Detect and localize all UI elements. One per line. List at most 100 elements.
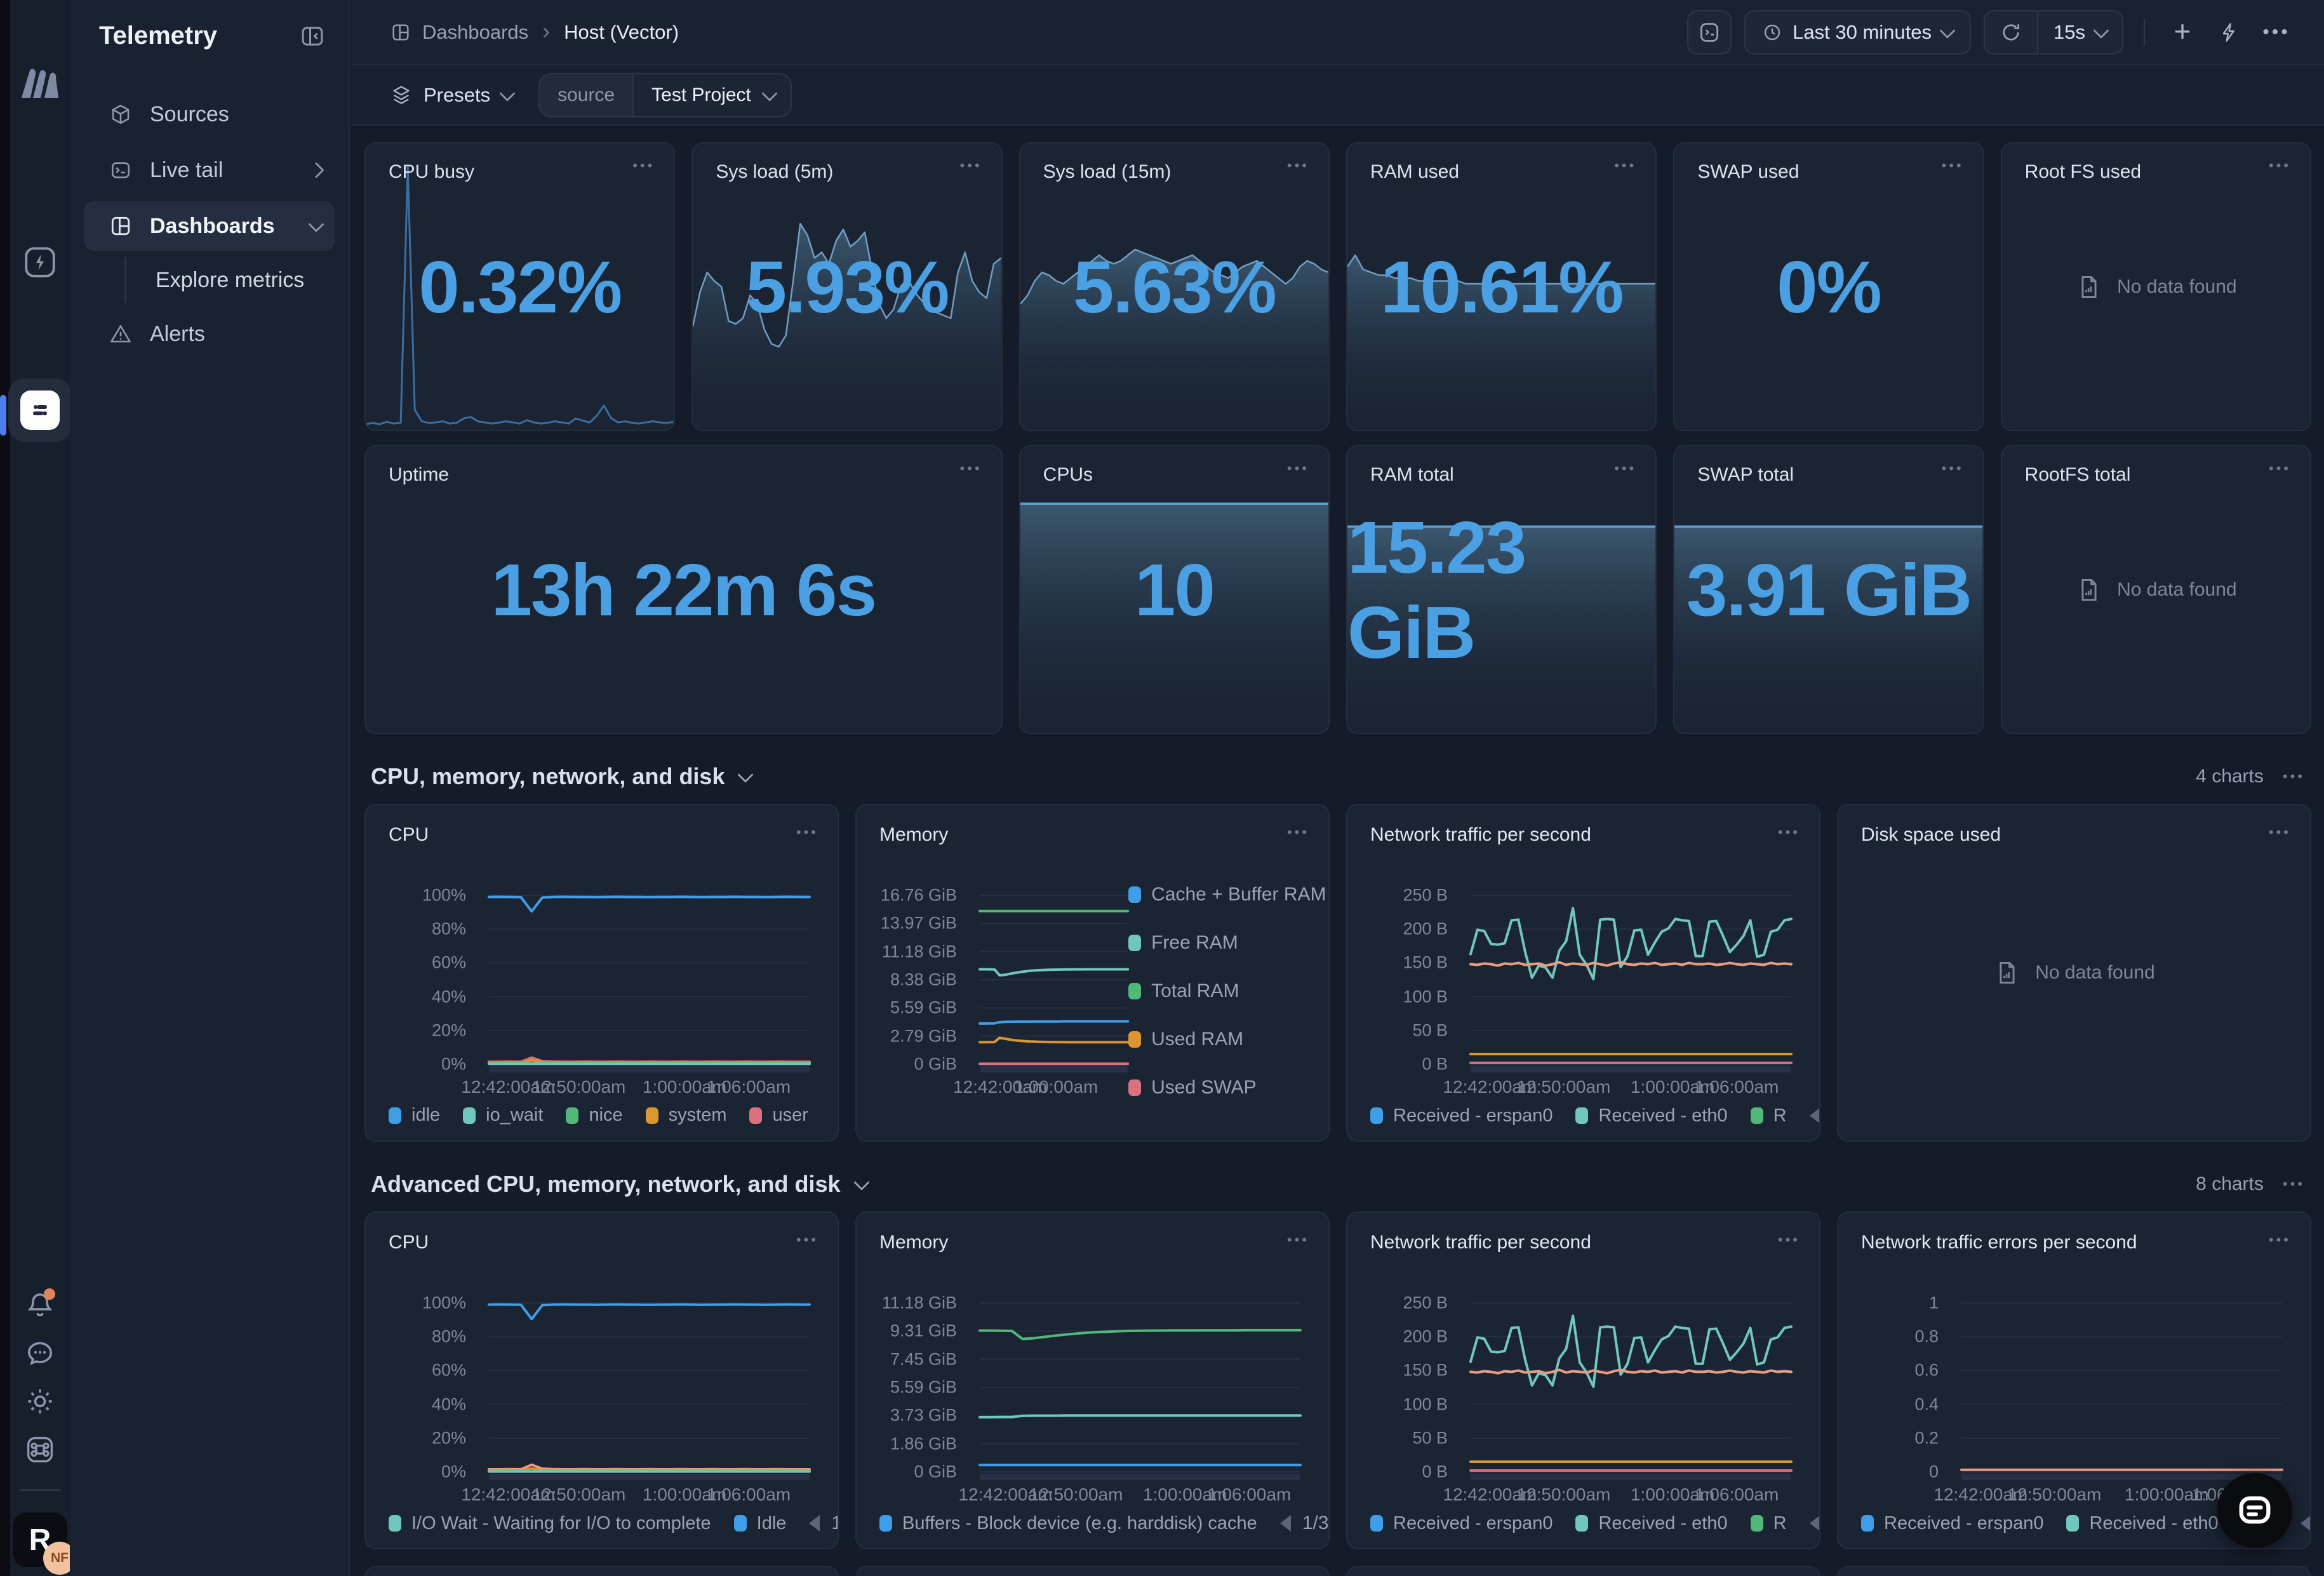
legend-swatch	[1128, 935, 1141, 951]
chart-menu-icon[interactable]: •••	[796, 824, 818, 841]
section-title[interactable]: CPU, memory, network, and disk	[371, 763, 751, 790]
breadcrumb-dashboards[interactable]: Dashboards	[391, 21, 528, 44]
pager-prev-icon[interactable]	[1280, 1515, 1291, 1532]
support-chat-button[interactable]	[2217, 1473, 2292, 1548]
time-range-label: Last 30 minutes	[1793, 21, 1932, 44]
legend-label: Received - eth0	[1598, 1513, 1727, 1534]
y-tick-label: 1	[1929, 1293, 1939, 1313]
section-title[interactable]: Advanced CPU, memory, network, and disk	[371, 1171, 867, 1198]
legend-item[interactable]: io_wait	[463, 1105, 543, 1126]
console-button[interactable]	[1687, 10, 1732, 55]
breadcrumb-current: Host (Vector)	[564, 21, 679, 44]
sidebar-item-dashboards[interactable]: Dashboards	[84, 201, 335, 251]
card-menu-icon[interactable]: •••	[632, 157, 655, 174]
add-panel-button[interactable]: +	[2165, 14, 2200, 48]
legend-item[interactable]: nice	[566, 1105, 622, 1126]
refresh-button[interactable]	[1985, 11, 2038, 53]
presets-dropdown[interactable]: Presets	[391, 84, 513, 107]
sidebar-item-explore-metrics[interactable]: Explore metrics	[126, 257, 349, 303]
more-options-button[interactable]: •••	[2259, 15, 2294, 50]
card-title: Uptime	[389, 464, 449, 486]
y-tick-label: 0 B	[1422, 1055, 1448, 1074]
legend-pager[interactable]: 1/5	[809, 1513, 839, 1534]
sidebar-item-live-tail[interactable]: Live tail	[84, 145, 335, 195]
refresh-control: 15s	[1984, 10, 2123, 55]
pager-prev-icon[interactable]	[1810, 1107, 1820, 1124]
sidebar-item-label: Dashboards	[150, 214, 275, 239]
sidebar-item-alerts[interactable]: Alerts	[84, 309, 335, 359]
card-menu-icon[interactable]: •••	[1942, 460, 1964, 477]
shortcuts-command-icon[interactable]	[22, 1432, 58, 1467]
section-menu-icon[interactable]: •••	[2283, 768, 2305, 785]
chart-menu-icon[interactable]: •••	[796, 1232, 818, 1248]
y-tick-label: 80%	[432, 919, 466, 939]
card-menu-icon[interactable]: •••	[2269, 157, 2291, 174]
card-menu-icon[interactable]: •••	[2269, 460, 2291, 477]
card-title: SWAP total	[1697, 464, 1794, 486]
chart-menu-icon[interactable]: •••	[2269, 1232, 2291, 1248]
brand-logo-icon[interactable]	[19, 63, 61, 100]
legend-item[interactable]: Used SWAP	[1128, 1077, 1303, 1099]
legend-item[interactable]: I/O Wait - Waiting for I/O to complete	[389, 1513, 711, 1534]
chart-menu-icon[interactable]: •••	[1778, 1232, 1800, 1248]
legend-item[interactable]: R	[1751, 1105, 1787, 1126]
sidebar-item-sources[interactable]: Sources	[84, 90, 335, 139]
y-tick-label: 40%	[432, 987, 466, 1006]
refresh-interval-dropdown[interactable]: 15s	[2038, 21, 2122, 44]
chart-menu-icon[interactable]: •••	[1778, 824, 1800, 841]
collapse-sidebar-icon[interactable]	[299, 23, 326, 50]
chart-menu-icon[interactable]: •••	[2269, 824, 2291, 841]
pager-prev-icon[interactable]	[2301, 1515, 2311, 1532]
legend-item[interactable]: Received - erspan0	[1861, 1513, 2043, 1534]
card-menu-icon[interactable]: •••	[1614, 157, 1636, 174]
legend-item[interactable]: Idle	[734, 1513, 787, 1534]
legend-item[interactable]: Total RAM	[1128, 980, 1303, 1002]
legend-item[interactable]: Received - erspan0	[1370, 1513, 1553, 1534]
legend-item[interactable]: R	[1751, 1513, 1787, 1534]
legend-item[interactable]: Received - eth0	[1575, 1513, 1727, 1534]
workspace-avatar[interactable]: R NF	[13, 1513, 67, 1567]
bolt-button[interactable]	[2212, 15, 2247, 50]
card-menu-icon[interactable]: •••	[1287, 157, 1309, 174]
legend-item[interactable]: Cache + Buffer RAM	[1128, 884, 1303, 905]
stat-value: 15.23 GiB	[1347, 446, 1655, 733]
card-menu-icon[interactable]: •••	[960, 460, 982, 477]
time-range-picker[interactable]: Last 30 minutes	[1744, 10, 1971, 55]
chart-menu-icon[interactable]: •••	[1287, 824, 1309, 841]
legend-item[interactable]: Received - erspan0	[1370, 1105, 1553, 1126]
section-menu-icon[interactable]: •••	[2283, 1176, 2305, 1192]
chart-menu-icon[interactable]: •••	[1287, 1232, 1309, 1248]
legend-pager[interactable]: 1/11	[2301, 1513, 2311, 1534]
active-rail-item[interactable]	[8, 378, 72, 442]
pager-prev-icon[interactable]	[809, 1515, 820, 1532]
card-title: RootFS total	[2025, 464, 2131, 486]
legend-item[interactable]: Received - eth0	[2066, 1513, 2218, 1534]
theme-sun-icon[interactable]	[22, 1384, 58, 1419]
card-menu-icon[interactable]: •••	[1287, 460, 1309, 477]
legend-pager[interactable]: 1/11	[1810, 1105, 1820, 1126]
source-filter[interactable]: source Test Project	[538, 73, 792, 117]
legend-item[interactable]: Free RAM	[1128, 932, 1303, 954]
legend-swatch	[1370, 1107, 1383, 1124]
notifications-bell-icon[interactable]	[22, 1287, 58, 1323]
legend-item[interactable]: idle	[389, 1105, 440, 1126]
legend-label: I/O Wait - Waiting for I/O to complete	[411, 1513, 711, 1534]
pager-prev-icon[interactable]	[1810, 1515, 1820, 1532]
card-menu-icon[interactable]: •••	[1942, 157, 1964, 174]
peek-card	[1346, 1566, 1820, 1576]
feedback-chat-icon[interactable]	[22, 1335, 58, 1371]
legend-pager[interactable]: 1/3	[1280, 1513, 1330, 1534]
legend-item[interactable]: Buffers - Block device (e.g. harddisk) c…	[879, 1513, 1257, 1534]
card-menu-icon[interactable]: •••	[960, 157, 982, 174]
legend-item[interactable]: user	[749, 1105, 808, 1126]
legend-item[interactable]: system	[646, 1105, 727, 1126]
card-menu-icon[interactable]: •••	[1614, 460, 1636, 477]
y-tick-label: 0%	[441, 1055, 466, 1074]
legend-item[interactable]: Used RAM	[1128, 1029, 1303, 1050]
legend-item[interactable]: Received - eth0	[1575, 1105, 1727, 1126]
stat-value: 10	[1020, 446, 1328, 733]
legend-pager[interactable]: 1/11	[1810, 1513, 1820, 1534]
quickstart-icon[interactable]	[20, 243, 60, 282]
terminal-icon	[108, 159, 133, 182]
chevron-down-icon	[761, 85, 777, 101]
